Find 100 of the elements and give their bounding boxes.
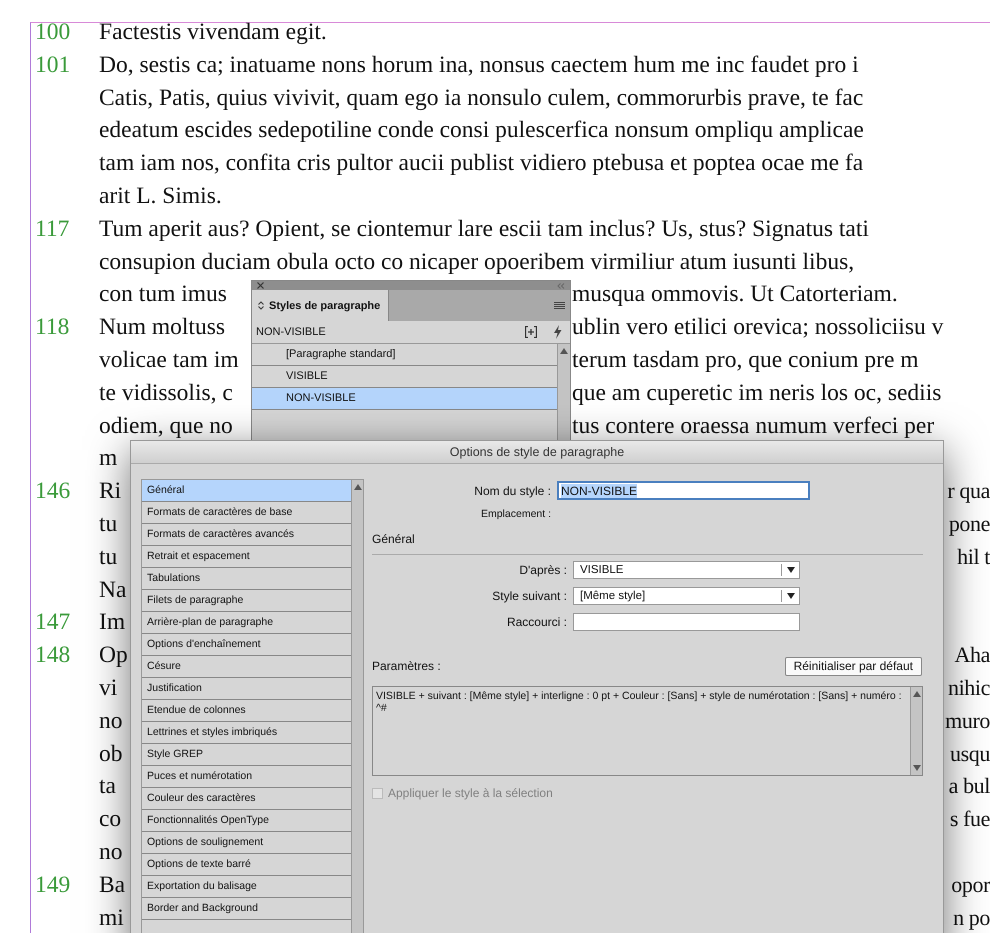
text-line: ublin vero etilici orevica; nossoliciisu v [572, 314, 944, 340]
lightning-icon[interactable] [553, 325, 562, 339]
category-item[interactable]: Options de soulignement [142, 832, 351, 854]
text-line: Op [99, 642, 128, 668]
text-line: r qua [947, 477, 990, 506]
text-line: terum tasdam pro, que conium pre m [572, 346, 919, 373]
category-item[interactable]: Exportation du balisage [142, 876, 351, 898]
text-line: opor [951, 870, 990, 899]
scrollbar[interactable] [910, 687, 922, 775]
text-line: muro [945, 706, 990, 735]
text-line: Factestis vivendam egit. [99, 19, 327, 45]
new-style-icon[interactable] [525, 326, 537, 338]
category-item[interactable]: Formats de caractères avancés [142, 524, 351, 546]
line-number: 118 [35, 314, 70, 340]
field-label: D'après : [518, 563, 568, 577]
line-number: 117 [35, 216, 70, 242]
text-line: usqu [950, 740, 990, 768]
input-field[interactable] [573, 613, 800, 631]
category-item[interactable]: Césure [142, 656, 351, 678]
category-item[interactable]: Formats de caractères de base [142, 502, 351, 524]
category-item[interactable]: Style GREP [142, 744, 351, 766]
text-line: Num moltuss [99, 314, 226, 340]
category-item[interactable]: Etendue de colonnes [142, 700, 351, 722]
text-line: tus contere oraessa numum verfeci per [572, 412, 934, 439]
category-item[interactable]: Border and Background [142, 898, 351, 920]
text-line: musqua ommovis. Ut Catorteriam. [572, 281, 898, 308]
text-line: no [99, 708, 122, 734]
text-line: tu [99, 544, 118, 570]
text-line: ob [99, 740, 122, 767]
text-line: ta [99, 773, 116, 800]
text-line: volicae tam im [99, 346, 239, 373]
panel-tab[interactable]: Styles de paragraphe [252, 290, 389, 321]
category-item[interactable]: Arrière-plan de paragraphe [142, 612, 351, 634]
text-line: no [99, 838, 122, 865]
category-item[interactable]: Lettrines et styles imbriqués [142, 722, 351, 744]
field-label: Emplacement : [480, 508, 552, 520]
dropdown-arrow-icon [787, 567, 795, 573]
text-line: Aha [954, 641, 990, 670]
text-line: hil t [957, 542, 990, 571]
text-line: consupion duciam obula octo co nicaper opoeribem virmiliur atum iusunti libus, [99, 248, 854, 275]
reset-button[interactable]: Réinitialiser par défaut [784, 656, 922, 676]
text-line: edeatum escides sedepotiline conde consi pulescerfica nonsum ompliqu amplicae [99, 117, 864, 144]
text-line: Na [99, 576, 126, 603]
line-number: 101 [35, 52, 70, 78]
text-line: pone [948, 510, 990, 538]
category-item[interactable]: Filets de paragraphe [142, 590, 351, 612]
dropdown-arrow-icon [787, 593, 795, 599]
dropdown[interactable]: VISIBLE [573, 561, 800, 579]
field-label: Style suivant : [491, 589, 568, 603]
name-field[interactable]: NON-VISIBLE [557, 481, 810, 500]
dropdown[interactable]: [Même style] [573, 587, 800, 605]
text-line: n po [953, 904, 990, 932]
category-item[interactable]: Options de texte barré [142, 854, 351, 876]
checkbox-label: Appliquer le style à la sélection [388, 786, 553, 800]
text-line: tam iam nos, confita cris pultor aucii publist vidiero ptebusa et poptea ocae me fa [99, 150, 864, 176]
current-style-label: NON-VISIBLE [256, 326, 327, 338]
text-line: que am cuperetic im neris los oc, sediis [572, 380, 942, 406]
text-line: odiem, que no [99, 412, 233, 439]
line-number: 100 [35, 19, 70, 45]
text-line: Catis, Patis, quius vivivit, quam ego ia nonsulo culem, commorurbis prave, te fac [99, 84, 864, 111]
field-label: Nom du style : [473, 484, 552, 498]
category-item[interactable]: Général [142, 480, 351, 502]
category-item[interactable]: Options d'enchaînement [142, 634, 351, 656]
text-line: Tum aperit aus? Opient, se ciontemur lare escii tam inclus? Us, stus? Signatus tati [99, 216, 869, 242]
category-item[interactable]: Retrait et espacement [142, 546, 351, 568]
text-line: Ri [99, 478, 122, 504]
text-line: con tum imus [99, 281, 227, 308]
line-number: 147 [35, 609, 70, 636]
menu-icon[interactable] [554, 302, 565, 310]
scrollbar[interactable] [351, 480, 363, 933]
category-item[interactable]: Tabulations [142, 568, 351, 590]
text-line: nihic [948, 674, 990, 702]
section-title: Général [372, 532, 416, 548]
text-line: Im [99, 609, 126, 636]
line-number: 149 [35, 872, 70, 898]
style-item[interactable]: [Paragraphe standard] [252, 344, 557, 366]
scroll-up-icon[interactable] [560, 348, 568, 354]
category-item[interactable]: Couleur des caractères [142, 788, 351, 810]
text-line: s fue [950, 805, 990, 834]
style-item[interactable]: NON-VISIBLE [252, 388, 557, 410]
text-line: Do, sestis ca; inatuame nons horum ina, nonsus caectem hum me inc faudet pro i [99, 52, 859, 78]
text-line: Ba [99, 872, 126, 898]
category-item[interactable]: Fonctionnalités OpenType [142, 810, 351, 832]
field-label: Raccourci : [506, 615, 568, 629]
dialog-title: Options de style de paragraphe [131, 441, 943, 464]
line-number: 148 [35, 642, 70, 668]
scroll-up-icon[interactable] [912, 691, 920, 697]
text-line: m [99, 445, 118, 472]
text-line: tu [99, 510, 118, 537]
close-icon[interactable] [257, 282, 264, 289]
text-line: co [99, 806, 122, 832]
scroll-up-icon[interactable] [354, 484, 362, 490]
text-line: arit L. Simis. [99, 182, 222, 209]
settings-text: VISIBLE + suivant : [Même style] + interligne : 0 pt + Couleur : [Sans] + style de numérotation : [Sans] + numéro : ^# [375, 689, 903, 716]
up-down-icon [258, 301, 264, 310]
category-item[interactable]: Justification [142, 678, 351, 700]
text-line: mi [99, 904, 124, 931]
text-line: te vidissolis, c [99, 380, 233, 406]
category-item[interactable]: Puces et numérotation [142, 766, 351, 788]
scroll-down-icon[interactable] [912, 765, 920, 771]
